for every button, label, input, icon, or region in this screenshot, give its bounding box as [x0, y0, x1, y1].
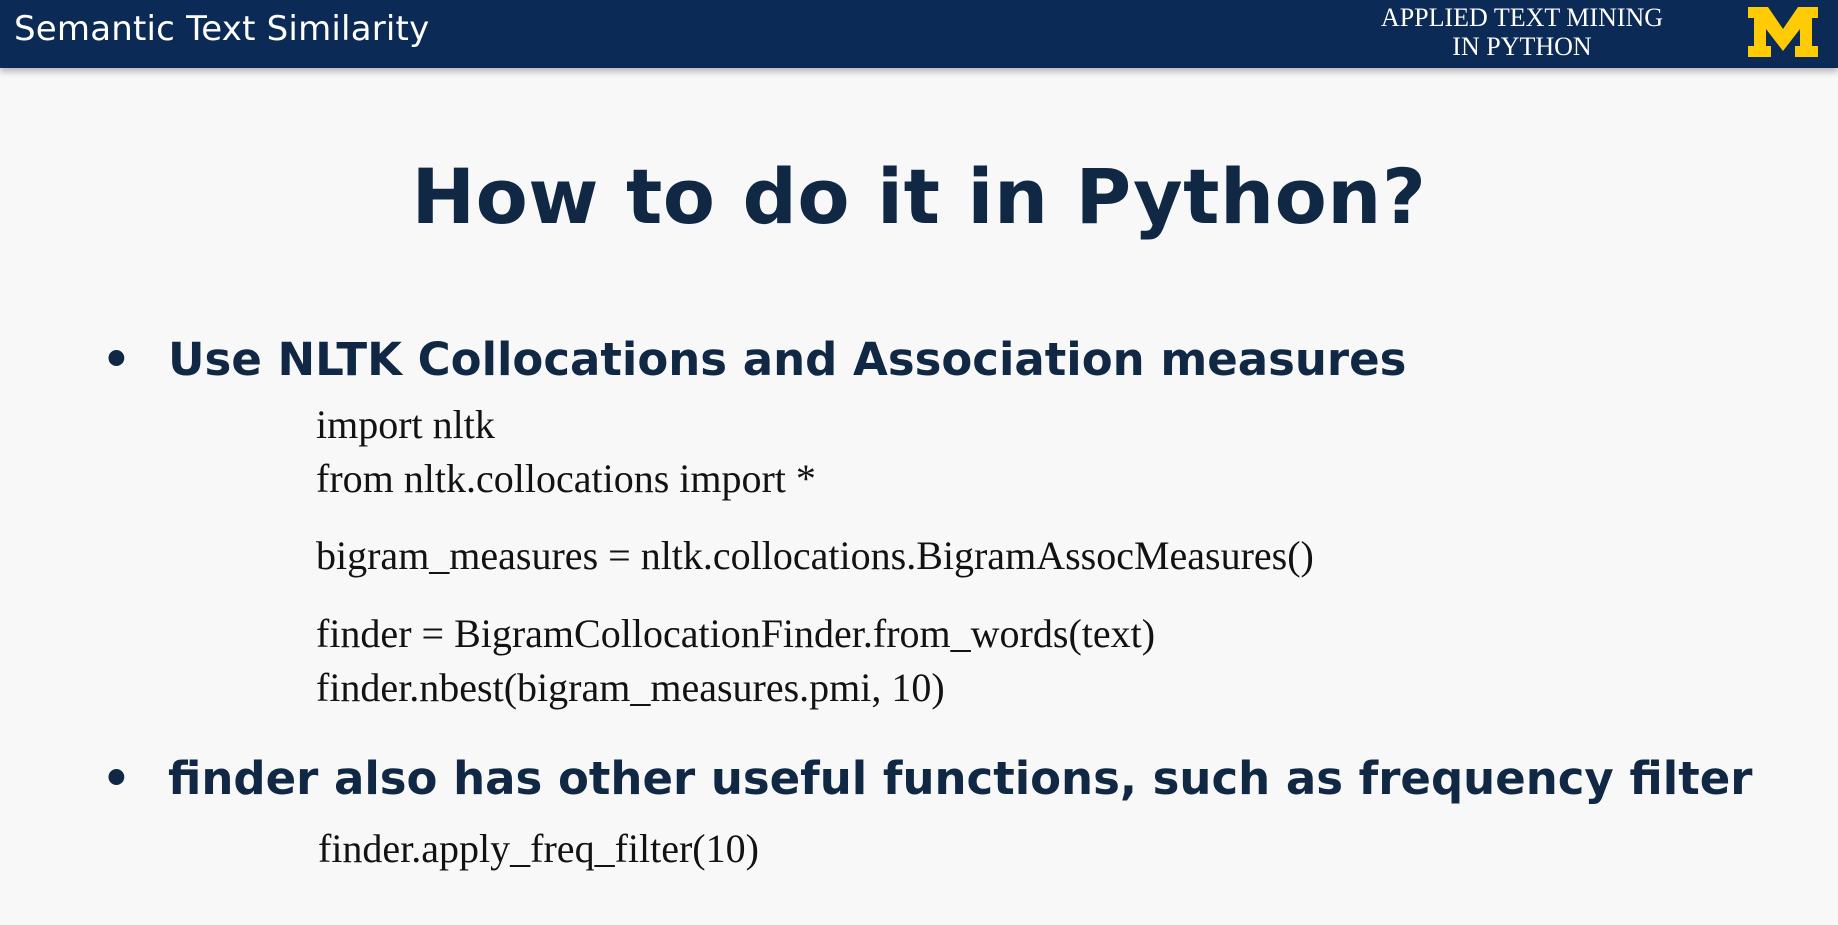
- section-title: Semantic Text Similarity: [14, 9, 430, 49]
- block-m-logo-icon: [1748, 7, 1818, 57]
- bullet-symbol: •: [102, 333, 131, 386]
- slide-title: How to do it in Python?: [411, 152, 1427, 241]
- code-line: from nltk.collocations import *: [316, 456, 816, 501]
- code-line: bigram_measures = nltk.collocations.Bigr…: [316, 533, 1314, 578]
- code-line: finder = BigramCollocationFinder.from_wo…: [316, 611, 1156, 656]
- bullet-text: finder also has other useful functions, …: [168, 752, 1753, 805]
- bullet-text: Use NLTK Collocations and Association me…: [168, 333, 1407, 386]
- bullet-symbol: •: [102, 752, 131, 805]
- header-bar: Semantic Text Similarity APPLIED TEXT MI…: [0, 0, 1838, 68]
- course-name-line-2: IN PYTHON: [1452, 32, 1592, 61]
- code-line: finder.apply_freq_filter(10): [318, 826, 759, 871]
- code-line: import nltk: [316, 402, 495, 447]
- course-name: APPLIED TEXT MINING IN PYTHON: [1352, 3, 1692, 61]
- code-line: finder.nbest(bigram_measures.pmi, 10): [316, 665, 945, 710]
- course-name-line-1: APPLIED TEXT MINING: [1380, 3, 1664, 32]
- slide: Semantic Text Similarity APPLIED TEXT MI…: [0, 0, 1838, 925]
